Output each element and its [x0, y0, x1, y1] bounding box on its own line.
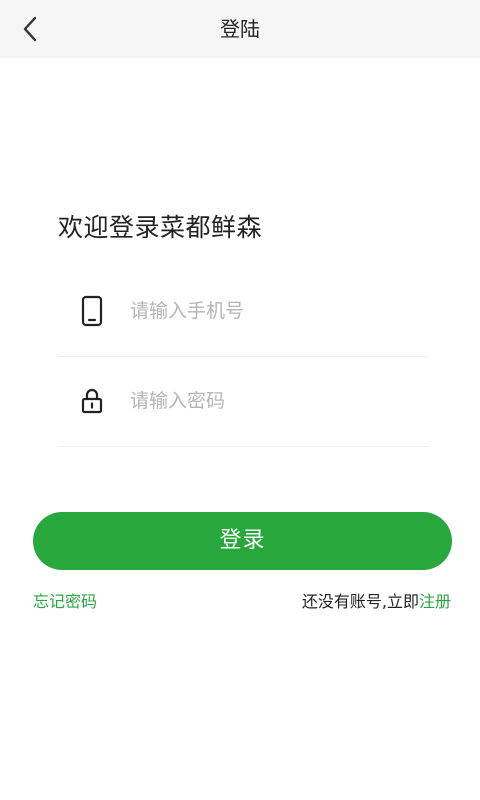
password-field-row [58, 356, 428, 447]
phone-input[interactable] [130, 291, 420, 331]
register-link[interactable]: 注册 [419, 592, 451, 611]
page-title: 登陆 [220, 17, 260, 41]
login-button[interactable]: 登录 [33, 512, 452, 570]
lock-icon [78, 384, 106, 418]
top-bar: 登陆 [0, 0, 480, 58]
register-prompt-text: 还没有账号,立即 [301, 592, 419, 611]
forgot-password-link[interactable]: 忘记密码 [33, 588, 97, 612]
phone-field-row [58, 266, 428, 357]
register-prompt: 还没有账号,立即注册 [302, 588, 451, 612]
welcome-heading: 欢迎登录菜都鲜森 [58, 213, 263, 242]
password-input[interactable] [130, 381, 420, 421]
phone-icon [78, 294, 106, 328]
